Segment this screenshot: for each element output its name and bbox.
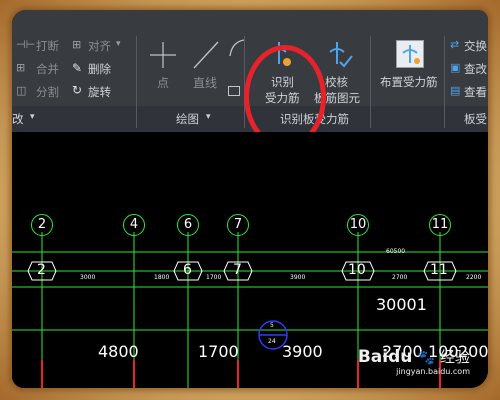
total-dimension: 30001 [376, 295, 427, 314]
axis-circle: 2 [31, 214, 53, 236]
watermark-url: jingyan.baidu.com [396, 367, 470, 376]
axis-circle: 10 [347, 214, 369, 236]
merge-button[interactable]: 合并 [36, 61, 59, 77]
group-expand-icon[interactable]: ▾ [30, 112, 35, 122]
split-button[interactable]: 分割 [36, 84, 59, 100]
axis-hex-label: 7 [233, 262, 242, 278]
view-button[interactable]: 查看 [464, 84, 487, 100]
axis-hex-label: 6 [183, 262, 192, 278]
marker-number: 24 [268, 338, 276, 345]
small-dimension: 1700 [206, 274, 222, 281]
arc-icon[interactable] [226, 36, 246, 60]
point-icon [150, 42, 176, 68]
top-dimension: 60500 [386, 248, 406, 255]
break-icon: ⊣⊢ [16, 38, 36, 51]
swap-button[interactable]: 交换 [464, 38, 487, 54]
ribbon-separator [370, 36, 371, 128]
paw-icon: 🐾 [417, 350, 435, 366]
view-group-title: 板受 [464, 112, 487, 126]
axis-hex-label: 2 [37, 262, 46, 278]
place-rebar-icon [396, 40, 424, 68]
draw-group-title: 绘图 [176, 112, 199, 126]
rectangle-icon[interactable] [228, 86, 240, 96]
axis-circle: 11 [429, 214, 451, 236]
axis-circle: 6 [177, 214, 199, 236]
delete-button[interactable]: 删除 [88, 61, 111, 77]
axis-circle: 4 [123, 214, 145, 236]
split-icon: ◫ [16, 84, 27, 97]
ribbon-separator [444, 36, 445, 128]
span-dimension: 3900 [282, 342, 323, 361]
check-rebar-icon [329, 42, 353, 68]
align-icon: ⊞ [72, 38, 82, 51]
rotate-button[interactable]: 旋转 [88, 84, 111, 100]
small-dimension: 3900 [290, 274, 306, 281]
small-dimension: 2200 [466, 274, 482, 281]
marker-number: 5 [270, 322, 274, 329]
query-icon: ▣ [450, 61, 461, 74]
delete-icon: ✎ [72, 61, 83, 75]
check-rebar-label-1[interactable]: 校核 [325, 74, 348, 90]
span-dimension: 1700 [198, 342, 239, 361]
query-edit-button[interactable]: 查改 [464, 61, 487, 77]
view-icon: ▤ [450, 84, 461, 97]
line-icon [193, 41, 219, 69]
merge-icon: ⊞ [16, 61, 26, 74]
baidu-watermark: Baidu 🐾 经验 jingyan.baidu.com [358, 346, 470, 376]
line-button[interactable]: 直线 [193, 74, 217, 91]
rotate-icon: ↻ [72, 83, 83, 97]
break-button[interactable]: 打断 [36, 38, 59, 54]
baidu-brand: Baidu [357, 347, 413, 367]
span-dimension: 4800 [98, 342, 139, 361]
axis-hex-label: 10 [348, 262, 366, 278]
swap-icon: ⇄ [450, 38, 460, 51]
small-dimension: 2700 [392, 274, 408, 281]
place-rebar-button[interactable]: 布置受力筋 [380, 74, 438, 90]
axis-circle: 7 [227, 214, 249, 236]
axis-hex-label: 11 [430, 262, 448, 278]
baidu-jingyan: 经验 [439, 348, 470, 366]
small-dimension: 1800 [154, 274, 170, 281]
group-expand-icon[interactable]: ▾ [206, 112, 211, 122]
app-window: ⊣⊢ 打断 ⊞ 对齐 ▾ ⊞ 合并 ✎ 删除 ◫ 分割 ↻ 旋转 改 ▾ 点 直… [12, 10, 488, 388]
ribbon-separator [136, 36, 137, 128]
point-button[interactable]: 点 [157, 74, 169, 91]
modify-group-title: 改 [12, 112, 24, 126]
dropdown-arrow-icon[interactable]: ▾ [116, 39, 121, 49]
small-dimension: 3000 [80, 274, 96, 281]
align-button[interactable]: 对齐 [88, 38, 111, 54]
